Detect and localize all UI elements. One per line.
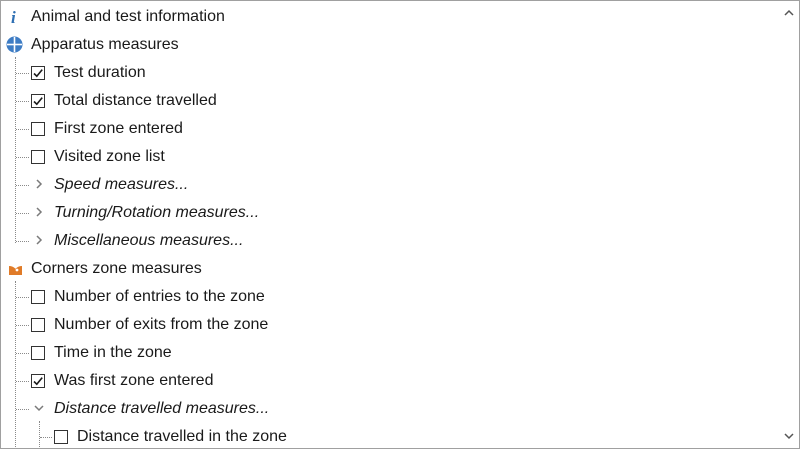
- was-first-zone-entered-checkbox[interactable]: [31, 374, 45, 388]
- tree-item-label: Turning/Rotation measures...: [54, 204, 260, 221]
- tree-item-label: Visited zone list: [54, 148, 165, 165]
- tree-item-animal-info[interactable]: i Animal and test information: [1, 3, 779, 31]
- visited-zone-list-checkbox[interactable]: [31, 150, 45, 164]
- tree-item-number-of-exits[interactable]: Number of exits from the zone: [1, 311, 779, 339]
- number-of-entries-checkbox[interactable]: [31, 290, 45, 304]
- tree-item-total-distance[interactable]: Total distance travelled: [1, 87, 779, 115]
- tree-item-time-in-zone[interactable]: Time in the zone: [1, 339, 779, 367]
- tree-item-distance-travelled-measures[interactable]: Distance travelled measures...: [1, 395, 779, 423]
- tree-item-label: Animal and test information: [31, 8, 225, 25]
- apparatus-icon: [6, 36, 23, 53]
- tree-item-label: Apparatus measures: [31, 36, 179, 53]
- tree-item-label: Miscellaneous measures...: [54, 232, 244, 249]
- total-distance-checkbox[interactable]: [31, 94, 45, 108]
- measures-tree: i Animal and test information Apparatus …: [1, 1, 779, 448]
- tree-item-label: Number of exits from the zone: [54, 316, 269, 333]
- number-of-exits-checkbox[interactable]: [31, 318, 45, 332]
- tree-item-was-first-zone-entered[interactable]: Was first zone entered: [1, 367, 779, 395]
- tree-item-speed-measures[interactable]: Speed measures...: [1, 171, 779, 199]
- tree-item-label: First zone entered: [54, 120, 183, 137]
- tree-item-label: Time in the zone: [54, 344, 172, 361]
- tree-item-label: Distance travelled in the zone: [77, 428, 287, 445]
- tree-item-miscellaneous-measures[interactable]: Miscellaneous measures...: [1, 227, 779, 255]
- scroll-up-arrow-icon[interactable]: [782, 6, 796, 20]
- vertical-scrollbar[interactable]: [779, 1, 799, 448]
- tree-item-test-duration[interactable]: Test duration: [1, 59, 779, 87]
- scroll-down-arrow-icon[interactable]: [782, 429, 796, 443]
- tree-item-number-of-entries[interactable]: Number of entries to the zone: [1, 283, 779, 311]
- tree-item-first-zone-entered[interactable]: First zone entered: [1, 115, 779, 143]
- tree-item-apparatus-measures[interactable]: Apparatus measures: [1, 31, 779, 59]
- tree-item-label: Total distance travelled: [54, 92, 217, 109]
- tree-item-label: Corners zone measures: [31, 260, 202, 277]
- tree-item-label: Number of entries to the zone: [54, 288, 265, 305]
- tree-item-corners-zone-measures[interactable]: Corners zone measures: [1, 255, 779, 283]
- tree-item-label: Test duration: [54, 64, 146, 81]
- info-icon: i: [7, 8, 24, 27]
- tree-item-visited-zone-list[interactable]: Visited zone list: [1, 143, 779, 171]
- corner-zone-icon: [7, 260, 24, 277]
- first-zone-entered-checkbox[interactable]: [31, 122, 45, 136]
- tree-item-label: Was first zone entered: [54, 372, 214, 389]
- tree-item-turning-rotation-measures[interactable]: Turning/Rotation measures...: [1, 199, 779, 227]
- tree-item-label: Speed measures...: [54, 176, 189, 193]
- measures-tree-panel: i Animal and test information Apparatus …: [0, 0, 800, 449]
- tree-item-label: Distance travelled measures...: [54, 400, 270, 417]
- chevron-right-icon[interactable]: [32, 205, 46, 219]
- distance-travelled-in-zone-checkbox[interactable]: [54, 430, 68, 444]
- test-duration-checkbox[interactable]: [31, 66, 45, 80]
- time-in-zone-checkbox[interactable]: [31, 346, 45, 360]
- chevron-right-icon[interactable]: [32, 177, 46, 191]
- chevron-right-icon[interactable]: [32, 233, 46, 247]
- chevron-down-icon[interactable]: [32, 401, 46, 415]
- svg-text:i: i: [11, 8, 16, 25]
- tree-item-distance-travelled-in-zone[interactable]: Distance travelled in the zone: [1, 423, 779, 448]
